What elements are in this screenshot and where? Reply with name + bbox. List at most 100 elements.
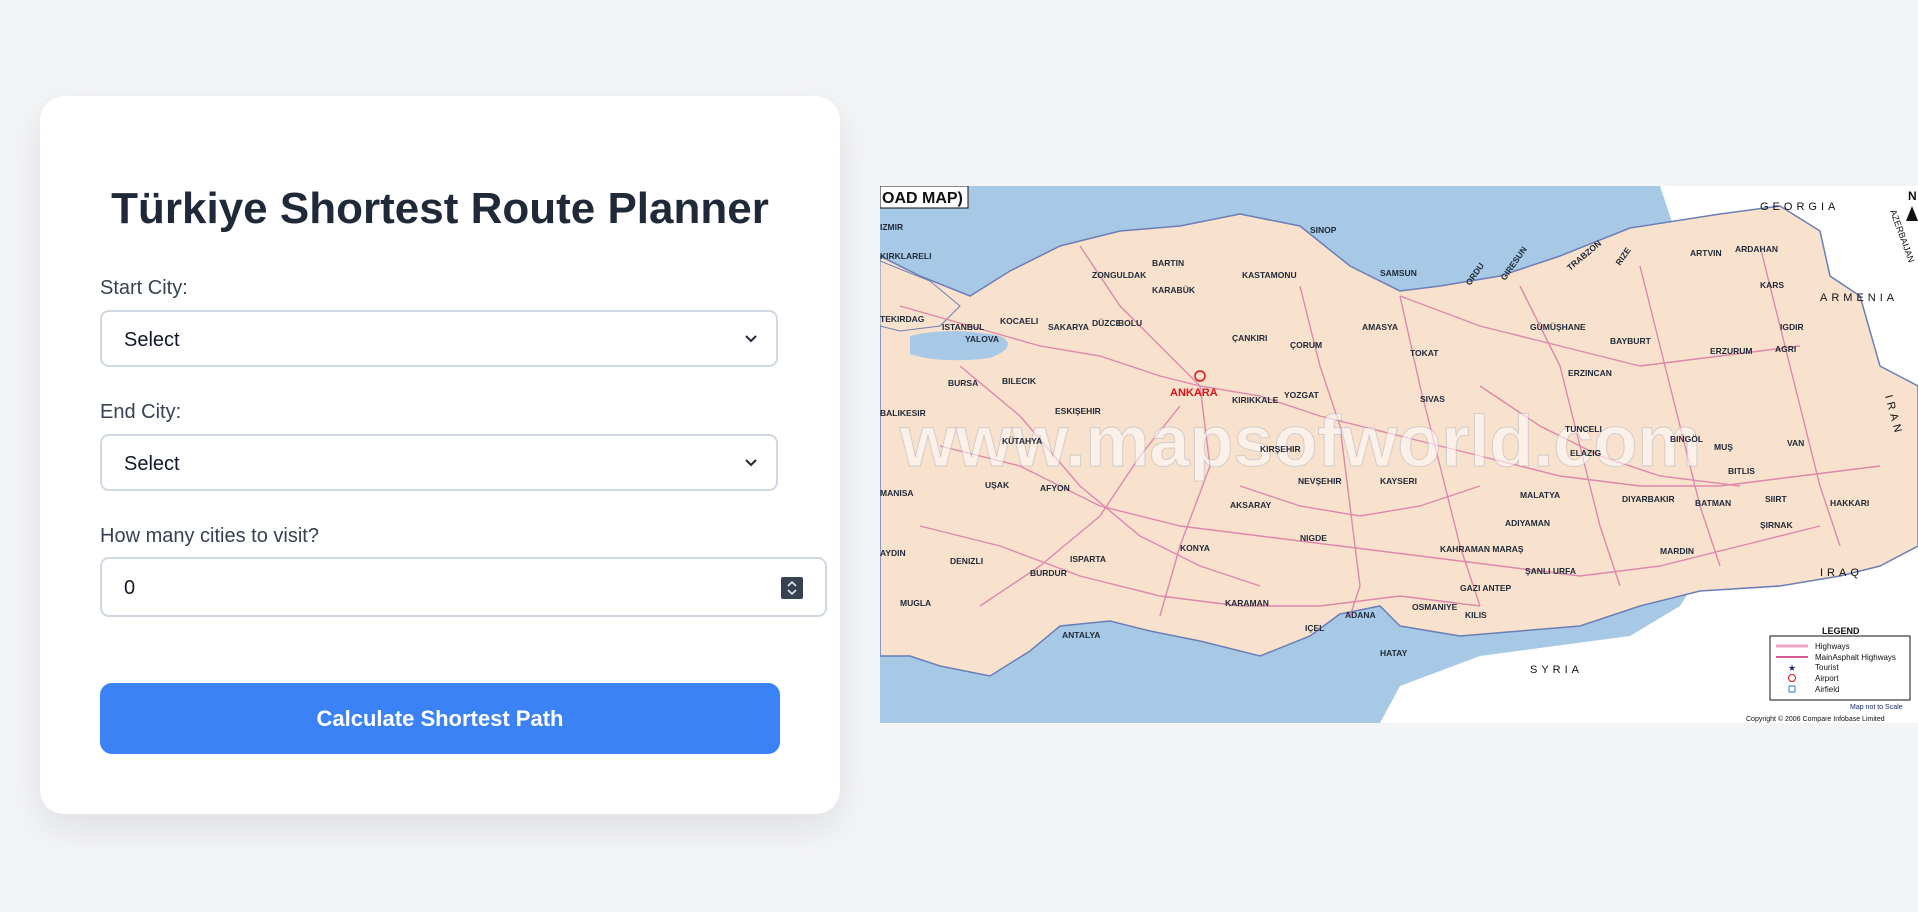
city-label: ISTANBUL [942,322,984,332]
city-label: ARTVIN [1690,248,1722,258]
city-label: SINOP [1310,225,1337,235]
city-label: DENIZLI [950,556,983,566]
city-count-input[interactable]: 0 [100,557,827,617]
city-label: GÜMÜŞHANE [1530,322,1586,332]
city-count-value: 0 [124,577,136,599]
city-label: KARAMAN [1225,598,1269,608]
legend-item: MainAsphalt Highways [1815,653,1896,662]
city-label: MALATYA [1520,490,1560,500]
city-label: KAHRAMAN MARAŞ [1440,544,1524,554]
map-svg: OAD MAP) www.mapsofworld.com GEORGIA ARM… [880,186,1918,723]
city-label: KONYA [1180,543,1210,553]
country-armenia: ARMENIA [1820,292,1898,304]
end-city-value: Select [124,453,180,475]
city-label: KIRIKKALE [1232,395,1279,405]
city-label: KASTAMONU [1242,270,1297,280]
city-count-label: How many cities to visit? [100,525,319,547]
city-label: BOLU [1118,318,1142,328]
city-label: HATAY [1380,648,1408,658]
city-label: GAZI ANTEP [1460,583,1511,593]
city-label: TEKIRDAG [880,314,925,324]
city-label: ÇANKIRI [1232,333,1267,343]
city-label: MUGLA [900,598,931,608]
end-city-select[interactable]: Select [100,434,778,491]
page-title: Türkiye Shortest Route Planner [111,184,769,233]
city-label: IÇEL [1305,623,1324,633]
north-label: N [1908,189,1917,203]
scale-note: Map not to Scale [1850,704,1903,711]
city-label: KIRŞEHIR [1260,444,1301,454]
legend-item: Tourist [1815,663,1839,672]
map-legend: LEGEND Highways MainAsphalt Highways ★ T… [1769,626,1911,701]
start-city-label: Start City: [100,277,188,299]
city-label: KILIS [1465,610,1487,620]
city-label: MARDIN [1660,546,1694,556]
city-label: UŞAK [985,480,1010,490]
city-label: MANISA [880,488,914,498]
city-label: BARTIN [1152,258,1184,268]
city-label: ŞIRNAK [1760,520,1793,530]
city-label: ADIYAMAN [1505,518,1550,528]
city-label: ARDAHAN [1735,244,1778,254]
start-city-value: Select [124,329,180,351]
city-label: ADANA [1345,610,1376,620]
city-label: ERZURUM [1710,346,1753,356]
number-stepper-icon[interactable] [781,577,803,599]
city-label: KIRKLARELI [880,251,931,261]
end-city-label: End City: [100,401,182,423]
legend-item: Airfield [1815,685,1839,694]
city-label: IZMIR [880,222,903,232]
city-label: BURSA [948,378,978,388]
city-label: DIYARBAKIR [1622,494,1675,504]
city-label: BINGÖL [1670,434,1703,444]
city-label: KAYSERI [1380,476,1417,486]
city-label: IGDIR [1780,322,1804,332]
country-georgia: GEORGIA [1760,201,1839,213]
city-label: BAYBURT [1610,336,1652,346]
city-label: AYDIN [880,548,906,558]
city-label: KARABÜK [1152,285,1196,295]
chevron-down-icon [745,335,757,343]
legend-item: Airport [1815,674,1839,683]
city-label: ISPARTA [1070,554,1106,564]
city-label: BATMAN [1695,498,1731,508]
city-label: AKSARAY [1230,500,1272,510]
city-label: ERZINCAN [1568,368,1612,378]
city-label: YOZGAT [1284,390,1320,400]
city-label: SIVAS [1420,394,1445,404]
city-label: ZONGULDAK [1092,270,1147,280]
city-label: AFYON [1040,483,1070,493]
city-label: TUNCELI [1565,424,1602,434]
city-label: AGRI [1775,344,1796,354]
city-label: SIIRT [1765,494,1788,504]
city-label: YALOVA [965,334,999,344]
city-label: KÜTAHYA [1002,436,1042,446]
city-label: BITLIS [1728,466,1755,476]
city-label: ŞANLI URFA [1525,566,1576,576]
city-label: KARS [1760,280,1784,290]
city-label: ANTALYA [1062,630,1100,640]
map-copyright: Copyright © 2006 Compare Infobase Limite… [1746,715,1885,723]
city-label: BALIKESIR [880,408,926,418]
chevron-down-icon [745,459,757,467]
city-label: KOCAELI [1000,316,1038,326]
map-header: OAD MAP) [882,190,963,207]
city-label: HAKKARI [1830,498,1869,508]
legend-item: Highways [1815,642,1850,651]
city-label: OSMANIYE [1412,602,1458,612]
city-label: VAN [1787,438,1804,448]
capital-label: ANKARA [1170,387,1218,399]
legend-title: LEGEND [1822,626,1860,636]
country-iraq: IRAQ [1820,567,1863,579]
city-label: BURDUR [1030,568,1067,578]
turkey-road-map: OAD MAP) www.mapsofworld.com GEORGIA ARM… [880,186,1918,723]
calculate-button[interactable]: Calculate Shortest Path [100,683,780,754]
city-label: ÇORUM [1290,340,1322,350]
city-label: BILECIK [1002,376,1037,386]
start-city-select[interactable]: Select [100,310,778,367]
city-label: SAMSUN [1380,268,1417,278]
city-label: MUŞ [1714,442,1733,452]
city-label: TOKAT [1410,348,1439,358]
city-label: ELAZIG [1570,448,1602,458]
tourist-icon: ★ [1788,663,1796,673]
